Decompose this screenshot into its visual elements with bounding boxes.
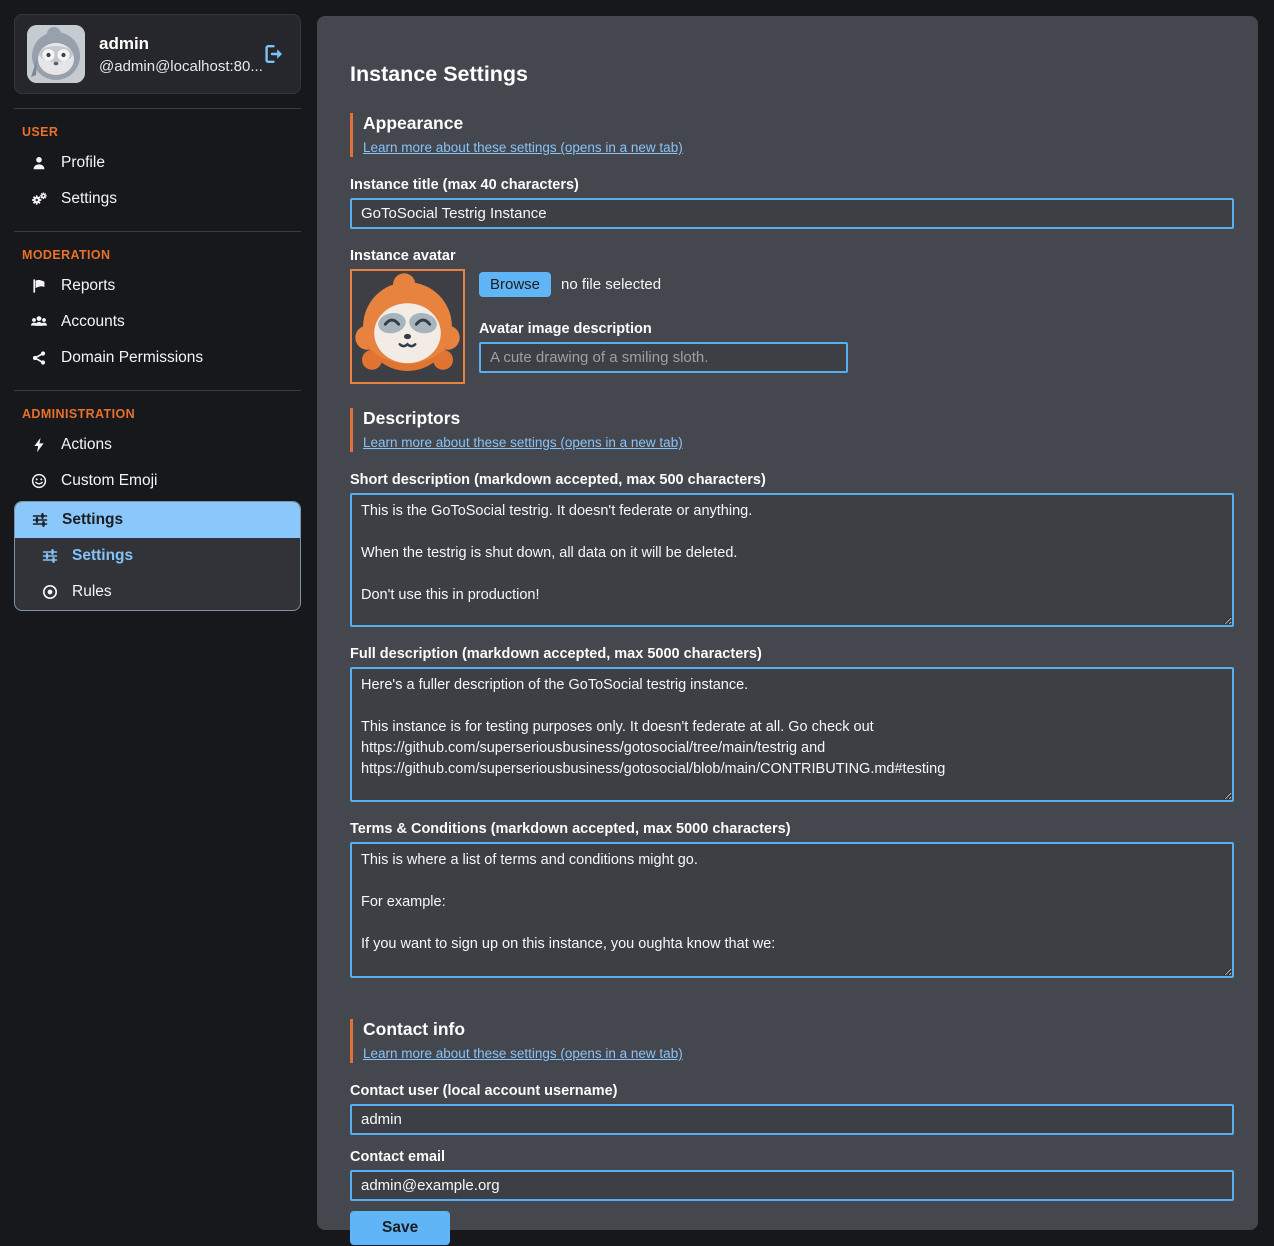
nav-heading-user: USER (22, 125, 301, 139)
browse-button[interactable]: Browse (479, 272, 551, 297)
sidebar-item-label: Custom Emoji (61, 472, 157, 490)
instance-avatar-label: Instance avatar (350, 248, 1234, 264)
contact-user-label: Contact user (local account username) (350, 1083, 1234, 1099)
descriptors-learn-more-link[interactable]: Learn more about these settings (opens i… (363, 435, 683, 450)
full-description-textarea[interactable]: Here's a fuller description of the GoToS… (350, 667, 1234, 802)
users-icon (30, 314, 48, 330)
short-description-label: Short description (markdown accepted, ma… (350, 472, 1234, 488)
user-handle: @admin@localhost:80... (99, 58, 248, 75)
circle-dot-icon (41, 584, 59, 600)
nav-heading-moderation: MODERATION (22, 248, 301, 262)
instance-title-label: Instance title (max 40 characters) (350, 177, 1234, 193)
smile-icon (30, 473, 48, 489)
sidebar-item-accounts[interactable]: Accounts (14, 304, 301, 340)
sidebar-subitem-label: Settings (72, 547, 133, 565)
sidebar-item-reports[interactable]: Reports (14, 268, 301, 304)
terms-field: Terms & Conditions (markdown accepted, m… (350, 821, 1234, 978)
contact-user-field: Contact user (local account username) (350, 1083, 1234, 1135)
sidebar-subitem-rules[interactable]: Rules (15, 574, 300, 610)
divider (14, 390, 301, 391)
divider (14, 231, 301, 232)
logout-button[interactable] (262, 42, 288, 66)
sidebar-item-custom-emoji[interactable]: Custom Emoji (14, 463, 301, 499)
contact-email-label: Contact email (350, 1149, 1234, 1165)
contact-section-header: Contact info Learn more about these sett… (350, 1019, 1234, 1063)
contact-email-field: Contact email (350, 1149, 1234, 1201)
nav-heading-administration: ADMINISTRATION (22, 407, 301, 421)
file-status-text: no file selected (561, 276, 661, 293)
sloth-avatar-gray-icon (27, 25, 85, 83)
bolt-icon (30, 437, 48, 453)
sliders-icon (31, 512, 49, 528)
sliders-icon (41, 548, 59, 564)
sidebar-item-user-settings[interactable]: Settings (14, 181, 301, 217)
save-button[interactable]: Save (350, 1211, 450, 1245)
descriptors-section-header: Descriptors Learn more about these setti… (350, 408, 1234, 452)
divider (14, 108, 301, 109)
contact-learn-more-link[interactable]: Learn more about these settings (opens i… (363, 1046, 683, 1061)
user-meta: admin @admin@localhost:80... (99, 34, 248, 75)
avatar-description-input[interactable] (479, 342, 848, 373)
instance-title-field: Instance title (max 40 characters) (350, 177, 1234, 229)
sidebar-item-profile[interactable]: Profile (14, 145, 301, 181)
share-nodes-icon (30, 350, 48, 366)
sidebar-item-actions[interactable]: Actions (14, 427, 301, 463)
descriptors-heading: Descriptors (363, 408, 1234, 429)
short-description-textarea[interactable]: This is the GoToSocial testrig. It doesn… (350, 493, 1234, 627)
main-panel: Instance Settings Appearance Learn more … (317, 16, 1258, 1230)
user-icon (30, 155, 48, 171)
sign-out-icon (264, 44, 286, 64)
appearance-learn-more-link[interactable]: Learn more about these settings (opens i… (363, 140, 683, 155)
sidebar-item-label: Reports (61, 277, 115, 295)
sidebar-subitem-settings[interactable]: Settings (15, 538, 300, 574)
avatar-description-label: Avatar image description (479, 321, 1234, 337)
contact-heading: Contact info (363, 1019, 1234, 1040)
instance-avatar-image (350, 269, 465, 384)
instance-avatar-field: Instance avatar (350, 248, 1234, 384)
settings-submenu: Settings Rules (15, 538, 300, 610)
sloth-avatar-orange-icon (352, 271, 463, 382)
sidebar-item-settings[interactable]: Settings (15, 502, 300, 538)
appearance-section-header: Appearance Learn more about these settin… (350, 113, 1234, 157)
contact-email-input[interactable] (350, 1170, 1234, 1201)
sidebar-item-label: Accounts (61, 313, 125, 331)
instance-title-input[interactable] (350, 198, 1234, 229)
user-avatar (27, 25, 85, 83)
sidebar-subitem-label: Rules (72, 583, 112, 601)
sidebar-item-domain-permissions[interactable]: Domain Permissions (14, 340, 301, 376)
gears-icon (30, 191, 48, 207)
appearance-heading: Appearance (363, 113, 1234, 134)
terms-textarea[interactable]: This is where a list of terms and condit… (350, 842, 1234, 978)
avatar-controls: Browse no file selected Avatar image des… (479, 269, 1234, 373)
sidebar-item-label: Domain Permissions (61, 349, 203, 367)
spacer (350, 997, 1234, 1019)
terms-label: Terms & Conditions (markdown accepted, m… (350, 821, 1234, 837)
full-description-field: Full description (markdown accepted, max… (350, 646, 1234, 802)
full-description-label: Full description (markdown accepted, max… (350, 646, 1234, 662)
user-card[interactable]: admin @admin@localhost:80... (14, 14, 301, 94)
contact-user-input[interactable] (350, 1104, 1234, 1135)
sidebar: admin @admin@localhost:80... USER Profil… (0, 0, 317, 1246)
file-picker: Browse no file selected (479, 272, 1234, 297)
instance-avatar-row: Browse no file selected Avatar image des… (350, 269, 1234, 384)
sidebar-item-label: Profile (61, 154, 105, 172)
user-name: admin (99, 34, 248, 54)
flag-icon (30, 278, 48, 294)
short-description-field: Short description (markdown accepted, ma… (350, 472, 1234, 627)
sidebar-item-label: Settings (61, 190, 117, 208)
settings-menu-block: Settings Settings (14, 501, 301, 611)
sidebar-item-label: Settings (62, 511, 123, 529)
page-title: Instance Settings (350, 62, 1234, 87)
sidebar-item-label: Actions (61, 436, 112, 454)
